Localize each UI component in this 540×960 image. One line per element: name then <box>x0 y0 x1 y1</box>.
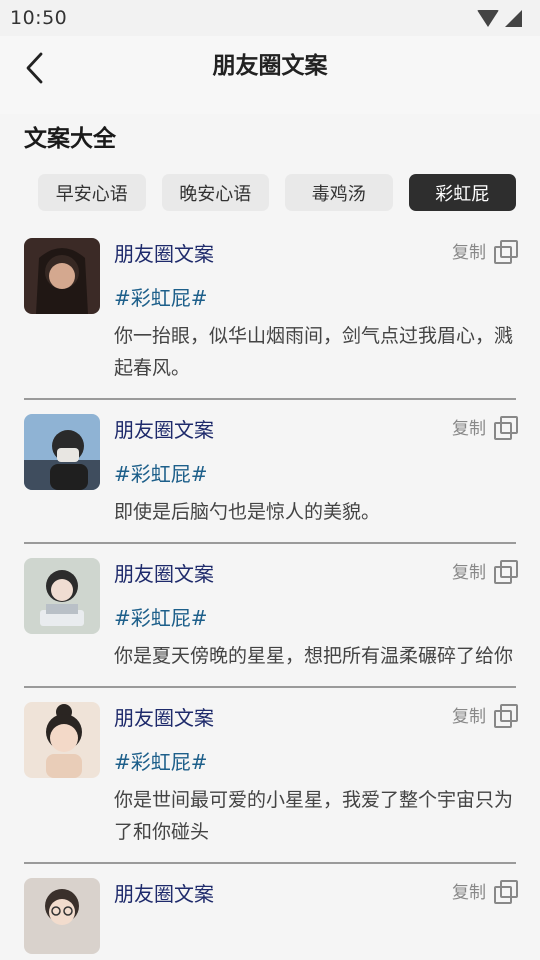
item-tag[interactable]: #彩虹屁# <box>114 284 516 312</box>
avatar-image <box>24 878 100 954</box>
main-content: 文案大全 早安心语 晚安心语 毒鸡汤 彩虹屁 朋友圈文案 #彩虹屁# 你一抬眼，… <box>0 114 540 960</box>
copy-button[interactable]: 复制 <box>452 558 518 584</box>
copy-icon <box>494 879 518 904</box>
signal-icon <box>505 9 522 27</box>
copy-label: 复制 <box>452 563 486 583</box>
list-item: 朋友圈文案 #彩虹屁# 你一抬眼，似华山烟雨间，剑气点过我眉心，溅起春风。 复制 <box>24 238 518 400</box>
tab-evening[interactable]: 晚安心语 <box>161 174 269 211</box>
copy-button[interactable]: 复制 <box>452 414 518 440</box>
avatar-image <box>24 558 100 634</box>
item-tag[interactable]: #彩虹屁# <box>114 748 516 776</box>
status-time: 10:50 <box>10 7 68 29</box>
copy-label: 复制 <box>452 243 486 263</box>
tab-rainbow[interactable]: 彩虹屁 <box>408 174 516 211</box>
item-text: 你一抬眼，似华山烟雨间，剑气点过我眉心，溅起春风。 <box>114 325 514 379</box>
item-tag[interactable]: #彩虹屁# <box>114 460 516 488</box>
avatar-image <box>24 414 100 490</box>
copy-label: 复制 <box>452 707 486 727</box>
page-title: 朋友圈文案 <box>212 53 328 79</box>
back-button[interactable] <box>16 50 52 86</box>
avatar[interactable] <box>24 238 100 314</box>
category-tabs: 早安心语 晚安心语 毒鸡汤 彩虹屁 <box>24 174 516 212</box>
copy-button[interactable]: 复制 <box>452 238 518 264</box>
quote-list: 朋友圈文案 #彩虹屁# 你一抬眼，似华山烟雨间，剑气点过我眉心，溅起春风。 复制 <box>24 238 518 960</box>
avatar-image <box>24 238 100 314</box>
copy-icon <box>494 415 518 440</box>
avatar[interactable] <box>24 702 100 778</box>
tab-morning[interactable]: 早安心语 <box>38 174 146 211</box>
wifi-icon <box>477 9 499 27</box>
list-item: 朋友圈文案 #彩虹屁# 即使是后脑勺也是惊人的美貌。 复制 <box>24 414 518 544</box>
avatar[interactable] <box>24 878 100 954</box>
back-arrow-icon <box>26 52 43 84</box>
copy-icon <box>494 559 518 584</box>
section-title: 文案大全 <box>24 126 116 152</box>
copy-button[interactable]: 复制 <box>452 878 518 904</box>
copy-label: 复制 <box>452 883 486 903</box>
item-text: 即使是后脑勺也是惊人的美貌。 <box>114 501 381 523</box>
list-item: 朋友圈文案 #彩虹屁# 你是夏天傍晚的星星，想把所有温柔碾碎了给你 复制 <box>24 558 518 688</box>
copy-icon <box>494 703 518 728</box>
item-text: 你是世间最可爱的小星星，我爱了整个宇宙只为了和你碰头 <box>114 789 514 843</box>
status-icons <box>477 9 522 27</box>
tab-poison-soup[interactable]: 毒鸡汤 <box>285 174 393 211</box>
status-bar: 10:50 <box>0 0 540 36</box>
copy-label: 复制 <box>452 419 486 439</box>
avatar[interactable] <box>24 558 100 634</box>
item-text: 你是夏天傍晚的星星，想把所有温柔碾碎了给你 <box>114 645 514 667</box>
list-item: 朋友圈文案 复制 <box>24 878 518 960</box>
copy-icon <box>494 239 518 264</box>
top-nav: 朋友圈文案 <box>0 36 540 114</box>
avatar[interactable] <box>24 414 100 490</box>
item-tag[interactable]: #彩虹屁# <box>114 604 516 632</box>
copy-button[interactable]: 复制 <box>452 702 518 728</box>
list-item: 朋友圈文案 #彩虹屁# 你是世间最可爱的小星星，我爱了整个宇宙只为了和你碰头 复… <box>24 702 518 864</box>
avatar-image <box>24 702 100 778</box>
